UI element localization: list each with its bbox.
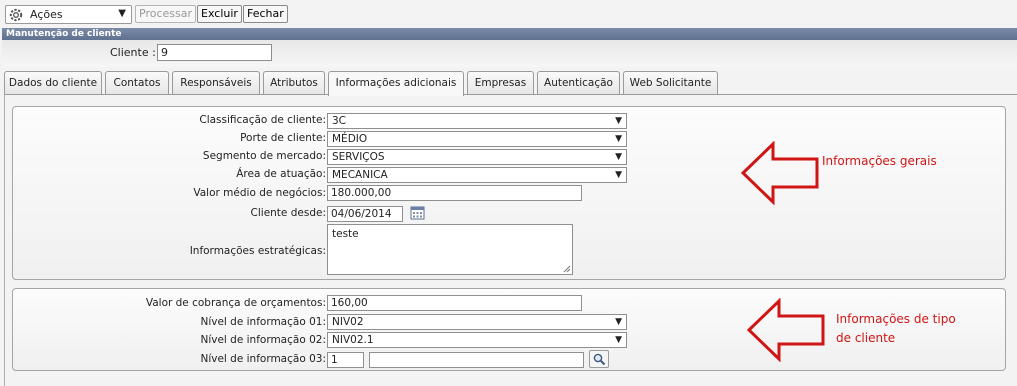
segmento-select[interactable]: SERVIÇOS ▼: [327, 149, 627, 165]
porte-value: MÉDIO: [332, 133, 368, 145]
tab-responsaveis[interactable]: Responsáveis: [172, 71, 260, 94]
toolbar: Ações ▼ Processar Excluir Fechar: [0, 0, 1017, 28]
classificacao-value: 3C: [332, 115, 347, 127]
info-estrategicas-value: teste: [332, 228, 359, 240]
tab-web-solicitante[interactable]: Web Solicitante: [623, 71, 718, 94]
area-select[interactable]: MECANICA ▼: [327, 167, 627, 183]
fechar-button[interactable]: Fechar: [243, 5, 288, 23]
valor-cobranca-label: Valor de cobrança de orçamentos:: [145, 297, 326, 309]
annotation-informacoes-gerais: Informações gerais: [822, 154, 937, 168]
nivel2-select[interactable]: NIV02.1 ▼: [327, 332, 627, 348]
nivel1-value: NIV02: [332, 316, 364, 328]
tab-contatos[interactable]: Contatos: [105, 71, 169, 94]
chevron-down-icon: ▼: [615, 170, 622, 180]
tab-atributos[interactable]: Atributos: [263, 71, 325, 94]
porte-select[interactable]: MÉDIO ▼: [327, 131, 627, 147]
area-value: MECANICA: [332, 169, 388, 181]
porte-label: Porte de cliente:: [240, 132, 326, 144]
chevron-down-icon: ▼: [615, 317, 622, 327]
tab-informacoes-adicionais[interactable]: Informações adicionais: [328, 71, 464, 96]
nivel1-label: Nível de informação 01:: [200, 316, 326, 328]
nivel3-desc-input[interactable]: [369, 352, 584, 368]
classificacao-select[interactable]: 3C ▼: [327, 113, 627, 129]
annotation-tipo-line1: Informações de tipo: [836, 312, 956, 326]
tab-content: Classificação de cliente: 3C ▼ Porte de …: [4, 94, 1017, 386]
tab-dados-do-cliente[interactable]: Dados do cliente: [4, 71, 102, 94]
annotation-tipo-line2: de cliente: [836, 331, 896, 345]
acoes-dropdown[interactable]: Ações ▼: [5, 5, 132, 24]
client-label: Cliente :: [110, 46, 156, 59]
tab-empresas[interactable]: Empresas: [467, 71, 534, 94]
nivel3-label: Nível de informação 03:: [200, 353, 326, 365]
client-input[interactable]: 9: [157, 44, 272, 61]
search-button[interactable]: [589, 350, 609, 368]
section-title: Manutenção de cliente: [2, 28, 1017, 40]
segmento-label: Segmento de mercado:: [202, 150, 326, 162]
nivel2-label: Nível de informação 02:: [200, 334, 326, 346]
chevron-down-icon: ▼: [615, 134, 622, 144]
area-label: Área de atuação:: [236, 168, 326, 180]
segmento-value: SERVIÇOS: [332, 151, 385, 163]
arrow-left-icon: [747, 298, 825, 362]
chevron-down-icon: ▼: [615, 335, 622, 345]
cliente-desde-input[interactable]: 04/06/2014: [327, 206, 403, 222]
resize-grip-icon[interactable]: [563, 265, 571, 273]
processar-button[interactable]: Processar: [135, 5, 196, 23]
excluir-button[interactable]: Excluir: [197, 5, 242, 23]
acoes-label: Ações: [30, 8, 63, 21]
nivel2-value: NIV02.1: [332, 334, 374, 346]
valor-cobranca-input[interactable]: 160,00: [327, 295, 582, 311]
info-estrategicas-textarea[interactable]: teste: [327, 224, 573, 275]
chevron-down-icon: ▼: [615, 152, 622, 162]
chevron-down-icon: ▼: [118, 8, 126, 19]
cliente-desde-label: Cliente desde:: [250, 207, 326, 219]
valor-medio-label: Valor médio de negócios:: [193, 187, 326, 199]
arrow-left-icon: [741, 141, 819, 205]
valor-medio-input[interactable]: 180.000,00: [327, 185, 582, 201]
chevron-down-icon: ▼: [615, 116, 622, 126]
classificacao-label: Classificação de cliente:: [199, 114, 326, 126]
nivel3-code-input[interactable]: 1: [327, 352, 364, 368]
info-estrategicas-label: Informações estratégicas:: [189, 245, 326, 257]
tab-autenticacao[interactable]: Autenticação: [537, 71, 620, 94]
gear-icon: [8, 7, 24, 23]
search-icon: [593, 353, 605, 365]
nivel1-select[interactable]: NIV02 ▼: [327, 314, 627, 330]
calendar-icon[interactable]: [410, 205, 425, 223]
